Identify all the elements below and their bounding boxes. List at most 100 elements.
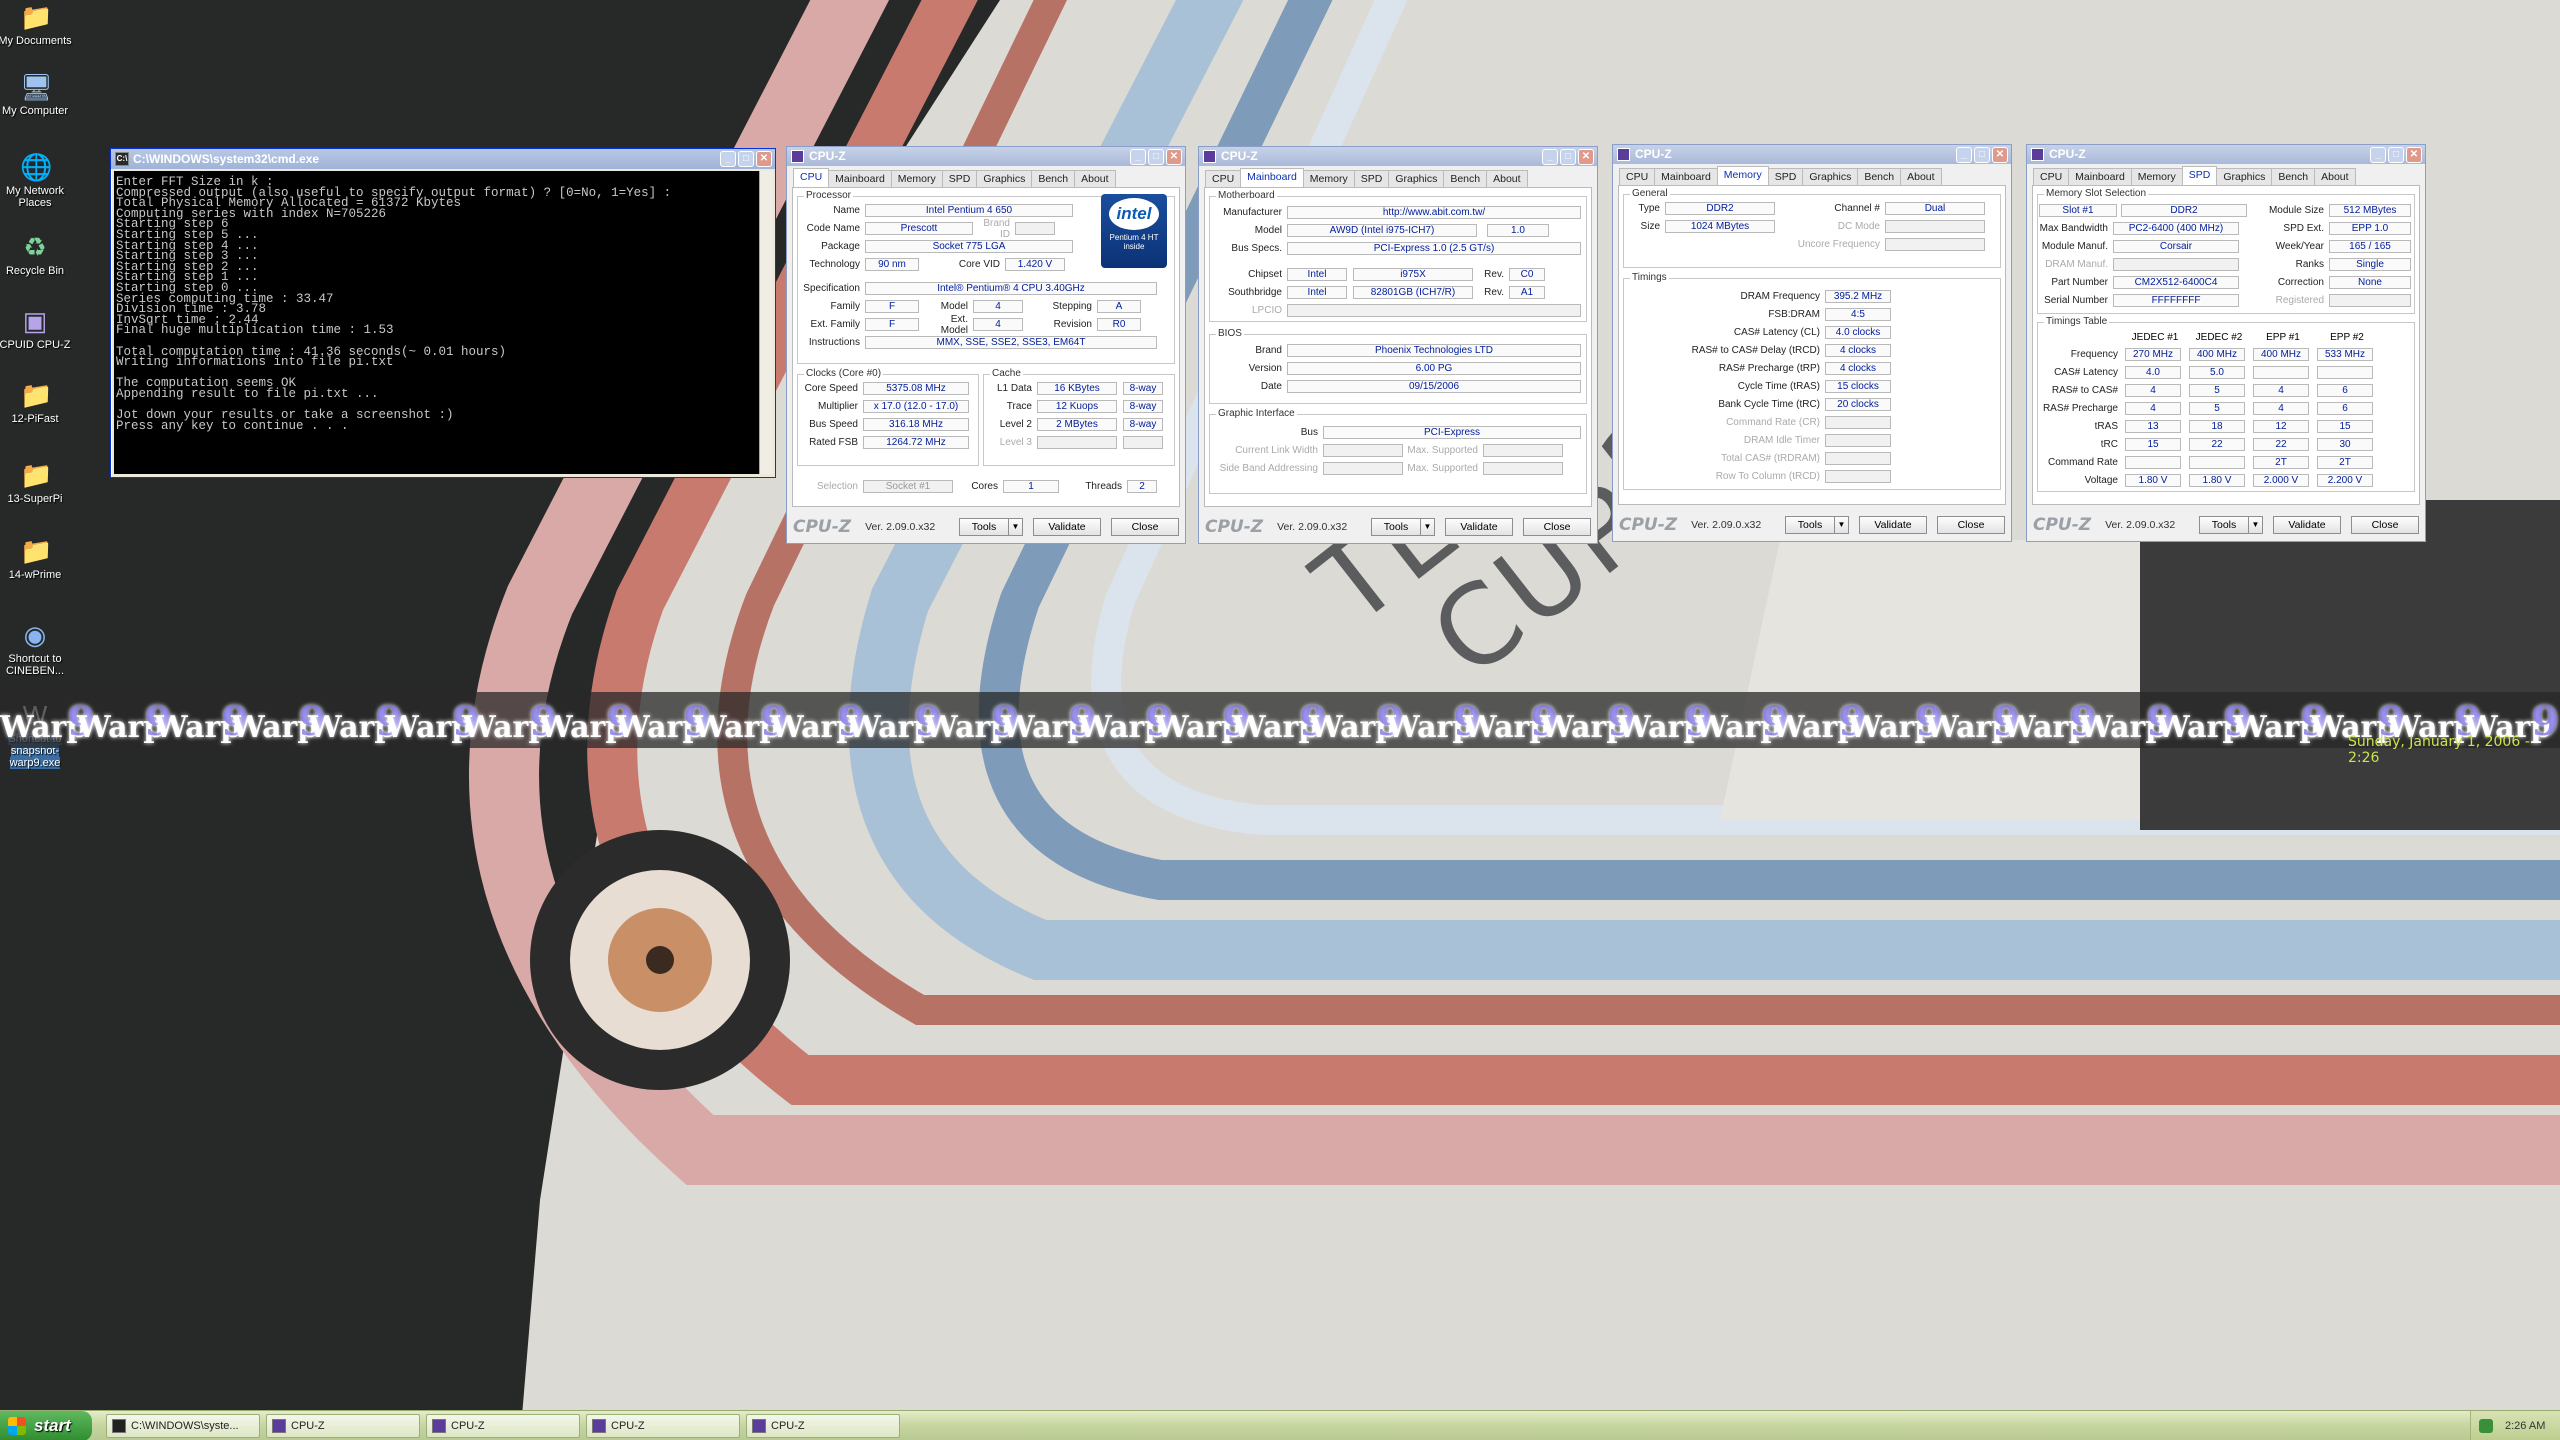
tools-button[interactable]: Tools: [2199, 516, 2249, 534]
tab-memory[interactable]: Memory: [2130, 168, 2183, 185]
minimize-button[interactable]: _: [2370, 147, 2386, 163]
bios-brand-label: Brand: [1255, 345, 1282, 356]
desktop-icon[interactable]: 📁 14-wPrime: [0, 536, 73, 581]
minimize-button[interactable]: _: [1542, 149, 1558, 165]
close-button[interactable]: ✕: [1166, 149, 1182, 165]
timings-cell: 5: [2189, 384, 2245, 397]
close-button[interactable]: ✕: [756, 151, 772, 167]
tab-memory[interactable]: Memory: [1302, 170, 1355, 187]
cpuz-window-cpu[interactable]: CPU-Z _ □ ✕ CPU Mainboard Memory SPD Graphics Ben…: [786, 146, 1186, 544]
validate-button[interactable]: Validate: [1033, 518, 1101, 536]
tools-button[interactable]: Tools: [1785, 516, 1835, 534]
cpuz-logo: CPU-Z: [1619, 515, 1678, 535]
tab-bench[interactable]: Bench: [1443, 170, 1488, 187]
taskbar-button[interactable]: CPU-Z: [586, 1414, 740, 1438]
tab-about[interactable]: About: [1486, 170, 1528, 187]
desktop-icon[interactable]: ▣ CPUID CPU-Z: [0, 306, 73, 351]
tools-button[interactable]: Tools: [959, 518, 1009, 536]
cpuz-titlebar[interactable]: CPU-Z _ □ ✕: [1199, 147, 1597, 166]
console-output[interactable]: Enter FFT Size in k : Compressed output (…: [114, 171, 759, 474]
start-button[interactable]: start: [0, 1411, 92, 1440]
tab-spd[interactable]: SPD: [1767, 168, 1804, 185]
tab-bench[interactable]: Bench: [1857, 168, 1902, 185]
desktop-icon[interactable]: 🖥 My Computer: [0, 72, 73, 117]
cmd-window[interactable]: C:\ C:\WINDOWS\system32\cmd.exe _ □ ✕ Ente…: [110, 148, 776, 478]
tab-memory[interactable]: Memory: [1716, 166, 1769, 185]
tools-dropdown-icon[interactable]: ▼: [1835, 516, 1849, 534]
cpuz-icon: ▣: [22, 306, 48, 336]
network-tray-icon[interactable]: [2479, 1419, 2493, 1433]
taskbar-button[interactable]: CPU-Z: [426, 1414, 580, 1438]
validate-button[interactable]: Validate: [1859, 516, 1927, 534]
timings-row-label: CAS# Latency: [2054, 367, 2118, 378]
tab-graphics[interactable]: Graphics: [2216, 168, 2273, 185]
tab-mainboard[interactable]: Mainboard: [2068, 168, 2132, 185]
tab-about[interactable]: About: [1900, 168, 1942, 185]
cpuz-window-memory[interactable]: CPU-Z _ □ ✕ CPU Mainboard Memory SPD Graphics Ben…: [1612, 144, 2012, 542]
minimize-button[interactable]: _: [1956, 147, 1972, 163]
minimize-button[interactable]: _: [1130, 149, 1146, 165]
tools-dropdown-icon[interactable]: ▼: [1421, 518, 1435, 536]
maximize-button[interactable]: □: [738, 151, 754, 167]
tab-bench[interactable]: Bench: [1031, 170, 1076, 187]
close-button[interactable]: Close: [1111, 518, 1179, 536]
maximize-button[interactable]: □: [2388, 147, 2404, 163]
desktop-icon[interactable]: 📁 13-SuperPi: [0, 460, 73, 505]
tab-cpu[interactable]: CPU: [1619, 168, 1656, 185]
desktop-icon[interactable]: 📁 My Documents: [0, 2, 73, 47]
maximize-button[interactable]: □: [1560, 149, 1576, 165]
cpuz-titlebar[interactable]: CPU-Z _ □ ✕: [1613, 145, 2011, 164]
timings-cell: 30: [2317, 438, 2373, 451]
scrollbar[interactable]: [759, 171, 773, 474]
cpuz-titlebar[interactable]: CPU-Z _ □ ✕: [2027, 145, 2425, 164]
close-button[interactable]: Close: [1937, 516, 2005, 534]
cpuz-titlebar[interactable]: CPU-Z _ □ ✕: [787, 147, 1185, 166]
tab-mainboard[interactable]: Mainboard: [828, 170, 892, 187]
close-button[interactable]: ✕: [1578, 149, 1594, 165]
desktop-icon[interactable]: ◉ Shortcut to CINEBEN...: [0, 620, 73, 677]
close-button[interactable]: Close: [1523, 518, 1591, 536]
tab-about[interactable]: About: [1074, 170, 1116, 187]
close-button[interactable]: ✕: [2406, 147, 2422, 163]
minimize-button[interactable]: _: [720, 151, 736, 167]
tools-dropdown-icon[interactable]: ▼: [1009, 518, 1023, 536]
cpuz-window-mainboard[interactable]: CPU-Z _ □ ✕ CPU Mainboard Memory SPD Graphics Ben…: [1198, 146, 1598, 544]
close-button[interactable]: ✕: [1992, 147, 2008, 163]
tools-dropdown-icon[interactable]: ▼: [2249, 516, 2263, 534]
tab-mainboard[interactable]: Mainboard: [1654, 168, 1718, 185]
tab-memory[interactable]: Memory: [890, 170, 943, 187]
cache-l1-label: L1 Data: [996, 383, 1032, 394]
tab-graphics[interactable]: Graphics: [1388, 170, 1445, 187]
tab-about[interactable]: About: [2314, 168, 2356, 185]
maximize-button[interactable]: □: [1974, 147, 1990, 163]
desktop-icon[interactable]: ♻ Recycle Bin: [0, 232, 73, 277]
tab-cpu[interactable]: CPU: [793, 168, 830, 187]
validate-button[interactable]: Validate: [2273, 516, 2341, 534]
taskbar-button[interactable]: C:\WINDOWS\syste...: [106, 1414, 260, 1438]
taskbar-button[interactable]: CPU-Z: [746, 1414, 900, 1438]
tab-mainboard[interactable]: Mainboard: [1240, 168, 1304, 187]
taskbar-button[interactable]: CPU-Z: [266, 1414, 420, 1438]
tab-graphics[interactable]: Graphics: [976, 170, 1033, 187]
tab-bench[interactable]: Bench: [2271, 168, 2316, 185]
close-button[interactable]: Close: [2351, 516, 2419, 534]
validate-button[interactable]: Validate: [1445, 518, 1513, 536]
cmd-titlebar[interactable]: C:\ C:\WINDOWS\system32\cmd.exe _ □ ✕: [111, 149, 775, 169]
tab-spd[interactable]: SPD: [1353, 170, 1390, 187]
cpuz-logo: CPU-Z: [1205, 517, 1264, 537]
tab-graphics[interactable]: Graphics: [1802, 168, 1859, 185]
tab-spd[interactable]: SPD: [2181, 166, 2218, 185]
tab-spd[interactable]: SPD: [941, 170, 978, 187]
network-icon: 🌐: [20, 152, 53, 182]
timings-row: CAS# Latency 4.0 5.0: [2039, 366, 2373, 379]
maximize-button[interactable]: □: [1148, 149, 1164, 165]
timings-cell: 533 MHz: [2317, 348, 2373, 361]
tab-cpu[interactable]: CPU: [2033, 168, 2070, 185]
desktop-icon[interactable]: 📁 12-PiFast: [0, 380, 73, 425]
tools-button[interactable]: Tools: [1371, 518, 1421, 536]
desktop-icon[interactable]: 🌐 My Network Places: [0, 152, 73, 209]
package-value: Socket 775 LGA: [865, 240, 1073, 253]
cpuz-window-spd[interactable]: CPU-Z _ □ ✕ CPU Mainboard Memory SPD Graphics Ben…: [2026, 144, 2426, 542]
slot-select-value[interactable]: Slot #1: [2039, 204, 2117, 217]
tab-cpu[interactable]: CPU: [1205, 170, 1242, 187]
